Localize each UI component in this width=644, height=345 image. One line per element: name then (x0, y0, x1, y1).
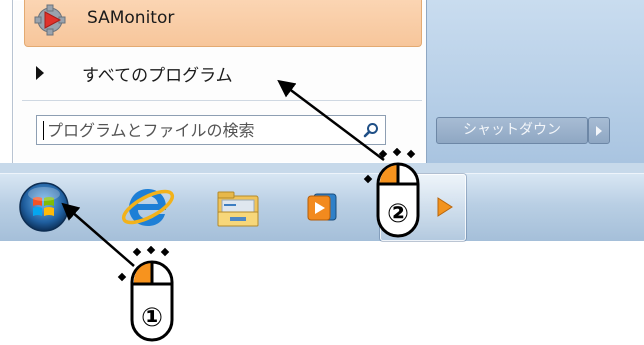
right-triangle-icon (36, 66, 44, 80)
samonitor-menu-item[interactable]: SAMonitor (24, 0, 422, 47)
step1-number: ① (141, 303, 163, 333)
text-caret (43, 121, 44, 140)
internet-explorer-icon (121, 189, 175, 226)
shutdown-button[interactable]: シャットダウン (436, 117, 588, 144)
mouse-click-icon-2: ② (363, 148, 420, 238)
samonitor-label: SAMonitor (87, 8, 175, 28)
taskbar-edge (0, 163, 644, 173)
mouse-click-icon-1: ① (117, 246, 174, 342)
explorer-button[interactable] (206, 174, 270, 241)
shutdown-options-arrow-icon[interactable] (588, 117, 610, 144)
windows-orb-icon (19, 182, 69, 232)
taskbar (0, 173, 644, 241)
search-input[interactable] (47, 116, 347, 144)
start-button[interactable] (14, 174, 74, 241)
samonitor-app-icon (34, 4, 66, 36)
magnifier-icon[interactable] (363, 122, 379, 138)
internet-explorer-button[interactable] (116, 174, 180, 241)
search-field[interactable] (36, 115, 386, 145)
step2-number: ② (387, 199, 409, 229)
menu-divider (22, 100, 422, 101)
media-player-icon (307, 193, 337, 221)
media-player-button[interactable] (294, 174, 358, 241)
folder-icon (217, 191, 259, 227)
all-programs-item[interactable]: すべてのプログラム (82, 61, 233, 86)
